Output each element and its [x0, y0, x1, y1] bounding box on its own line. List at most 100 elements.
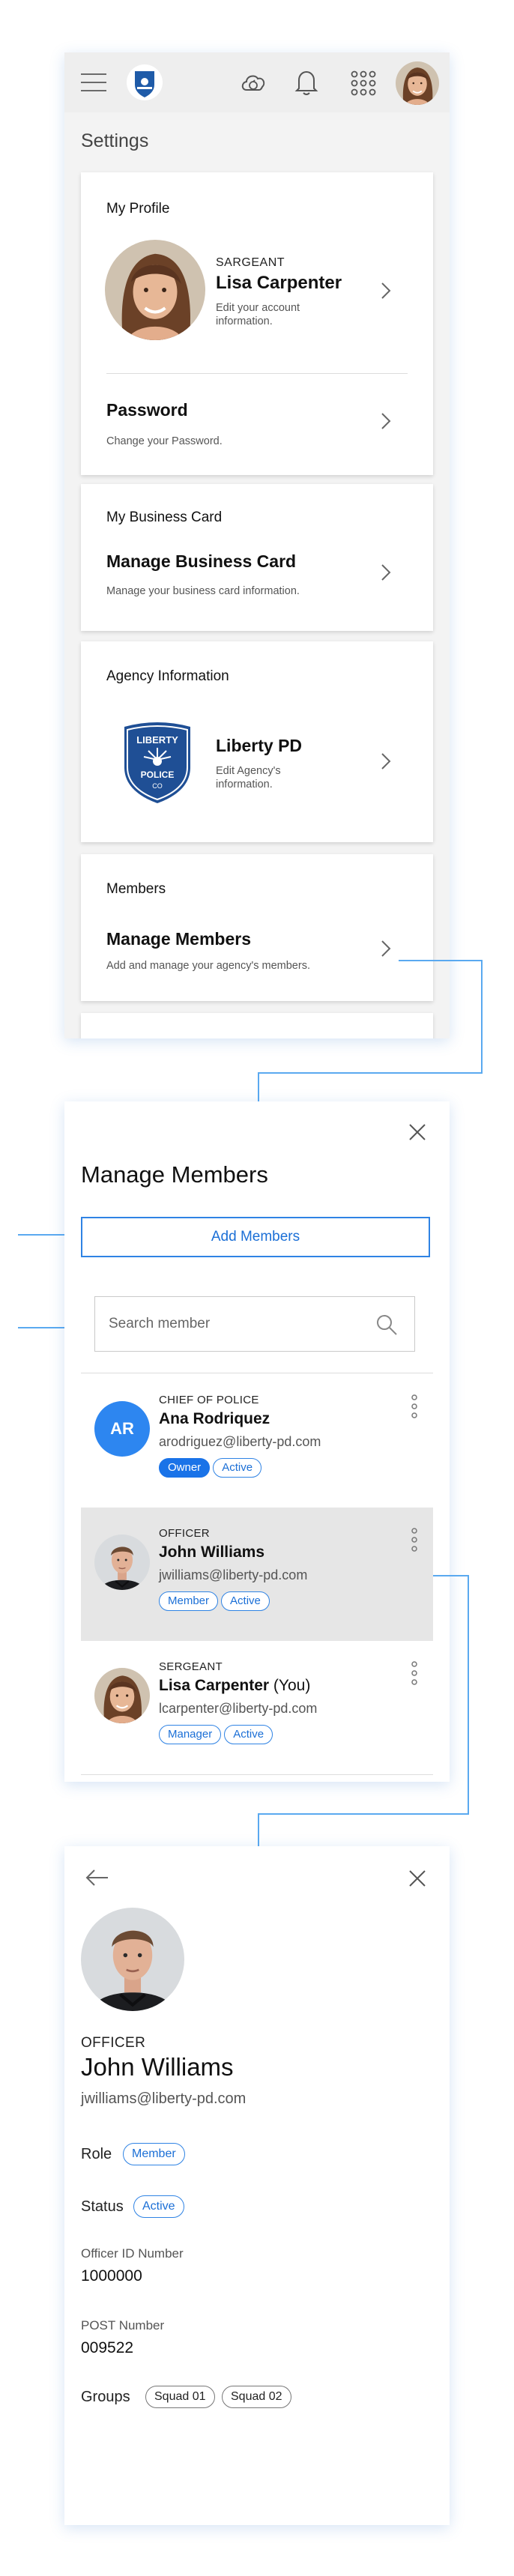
next-card-peek	[81, 1013, 433, 1038]
my-profile-card: My Profile SARGEANT Lisa Carpenter Edit …	[81, 172, 433, 475]
member-rank: OFFICER	[159, 1527, 210, 1540]
manage-members-title: Manage Members	[106, 929, 252, 949]
bell-icon[interactable]	[293, 67, 320, 97]
post-number-label: POST Number	[81, 2318, 165, 2332]
chevron-right-icon	[381, 564, 391, 581]
avatar	[94, 1535, 150, 1590]
business-card-description: Manage your business card information.	[106, 585, 300, 597]
member-rank: CHIEF OF POLICE	[159, 1394, 259, 1406]
divider	[106, 373, 408, 374]
avatar	[94, 1668, 150, 1723]
svg-text:LIBERTY: LIBERTY	[136, 734, 178, 746]
chevron-right-icon	[381, 940, 391, 957]
status-badge: Active	[133, 2195, 184, 2218]
profile-name: Lisa Carpenter	[216, 273, 342, 293]
section-title: Members	[106, 881, 166, 897]
more-vert-icon[interactable]	[411, 1660, 418, 1686]
role-badge: Member	[123, 2143, 185, 2165]
section-title: My Business Card	[106, 510, 223, 525]
status-label: Status	[81, 2198, 124, 2215]
password-row[interactable]: Password Change your Password.	[81, 390, 433, 465]
close-icon[interactable]	[408, 1869, 427, 1888]
chevron-right-icon	[381, 282, 391, 299]
status-badge: Active	[224, 1725, 273, 1744]
member-rank: SERGEANT	[159, 1660, 223, 1673]
flow-connector	[468, 1575, 469, 1815]
search-icon[interactable]	[375, 1313, 398, 1336]
members-description: Add and manage your agency's members.	[106, 960, 310, 972]
liberty-police-logo: LIBERTY POLICE CO	[124, 722, 190, 803]
arrow-back-icon[interactable]	[85, 1869, 109, 1887]
members-card: Members Manage Members Add and manage yo…	[81, 854, 433, 1001]
manage-members-row[interactable]: Manage Members Add and manage your agenc…	[81, 929, 433, 989]
password-title: Password	[106, 400, 188, 420]
chevron-right-icon	[381, 753, 391, 770]
member-badges: Owner Active	[159, 1458, 264, 1478]
page-title: Manage Members	[81, 1161, 268, 1188]
status-badge: Active	[213, 1458, 262, 1478]
flow-connector	[258, 1072, 483, 1074]
divider	[81, 1774, 433, 1775]
avatar	[105, 240, 205, 340]
groups-label: Groups	[81, 2389, 130, 2405]
officer-id-label: Officer ID Number	[81, 2246, 184, 2261]
post-number-value: 009522	[81, 2339, 134, 2356]
add-members-button[interactable]: Add Members	[81, 1217, 430, 1257]
group-badge: Squad 02	[222, 2386, 291, 2408]
role-label: Role	[81, 2146, 112, 2162]
hamburger-icon[interactable]	[81, 73, 106, 91]
member-rank: OFFICER	[81, 2035, 146, 2051]
flow-connector	[433, 1575, 469, 1576]
close-icon[interactable]	[408, 1122, 427, 1142]
flow-connector	[258, 1813, 259, 1846]
more-vert-icon[interactable]	[411, 1394, 418, 1419]
manage-members-screen: Manage Members Add Members AR CHIEF OF P…	[64, 1101, 450, 1782]
flow-connector	[258, 1072, 259, 1102]
top-bar	[64, 52, 450, 112]
avatar: AR	[94, 1401, 150, 1457]
more-vert-icon[interactable]	[411, 1527, 418, 1552]
role-badge: Owner	[159, 1458, 211, 1478]
role-badge: Member	[159, 1591, 219, 1611]
profile-row[interactable]: SARGEANT Lisa Carpenter Edit your accoun…	[81, 240, 433, 352]
flow-connector	[399, 960, 483, 961]
grid-apps-icon[interactable]	[349, 69, 378, 97]
avatar[interactable]	[396, 61, 439, 105]
member-row[interactable]: SERGEANT Lisa Carpenter (You) lcarpenter…	[81, 1641, 433, 1774]
member-row[interactable]: AR CHIEF OF POLICE Ana Rodriquez arodrig…	[81, 1374, 433, 1508]
manage-business-card-title: Manage Business Card	[106, 551, 297, 571]
member-row[interactable]: OFFICER John Williams jwilliams@liberty-…	[81, 1508, 433, 1641]
member-badges: Manager Active	[159, 1725, 276, 1744]
search-input[interactable]	[107, 1310, 357, 1337]
member-badges: Member Active	[159, 1591, 273, 1611]
member-name: Lisa Carpenter (You)	[159, 1677, 311, 1694]
member-detail-screen: OFFICER John Williams jwilliams@liberty-…	[64, 1846, 450, 2525]
member-name: John Williams	[159, 1544, 265, 1561]
flow-connector	[481, 960, 483, 1074]
member-email: jwilliams@liberty-pd.com	[81, 2090, 247, 2107]
settings-screen: Settings My Profile SARGEANT Lisa Carpen…	[64, 52, 450, 1038]
profile-description: Edit your account information.	[216, 302, 300, 327]
role-badge: Manager	[159, 1725, 222, 1744]
agency-name: Liberty PD	[216, 736, 303, 755]
status-badge: Active	[221, 1591, 270, 1611]
search-field[interactable]	[94, 1296, 415, 1352]
member-email: lcarpenter@liberty-pd.com	[159, 1701, 318, 1716]
officer-id-value: 1000000	[81, 2267, 142, 2285]
flow-connector	[258, 1813, 469, 1815]
business-card-card: My Business Card Manage Business Card Ma…	[81, 484, 433, 631]
section-title: Agency Information	[106, 668, 229, 684]
rank-label: SARGEANT	[216, 256, 285, 269]
cloud-sync-icon[interactable]	[238, 67, 268, 97]
manage-business-card-row[interactable]: Manage Business Card Manage your busines…	[81, 551, 433, 619]
page-title: Settings	[81, 130, 149, 151]
svg-text:POLICE: POLICE	[141, 770, 175, 780]
member-name: Ana Rodriquez	[159, 1410, 270, 1427]
profile-photo	[81, 1908, 184, 2011]
agency-description: Edit Agency's information.	[216, 765, 281, 790]
member-email: jwilliams@liberty-pd.com	[159, 1567, 308, 1582]
agency-information-card: Agency Information LIBERTY POLICE CO Lib…	[81, 641, 433, 842]
password-description: Change your Password.	[106, 435, 223, 447]
svg-text:CO: CO	[152, 782, 163, 790]
agency-row[interactable]: LIBERTY POLICE CO Liberty PD Edit Agency…	[81, 721, 433, 818]
